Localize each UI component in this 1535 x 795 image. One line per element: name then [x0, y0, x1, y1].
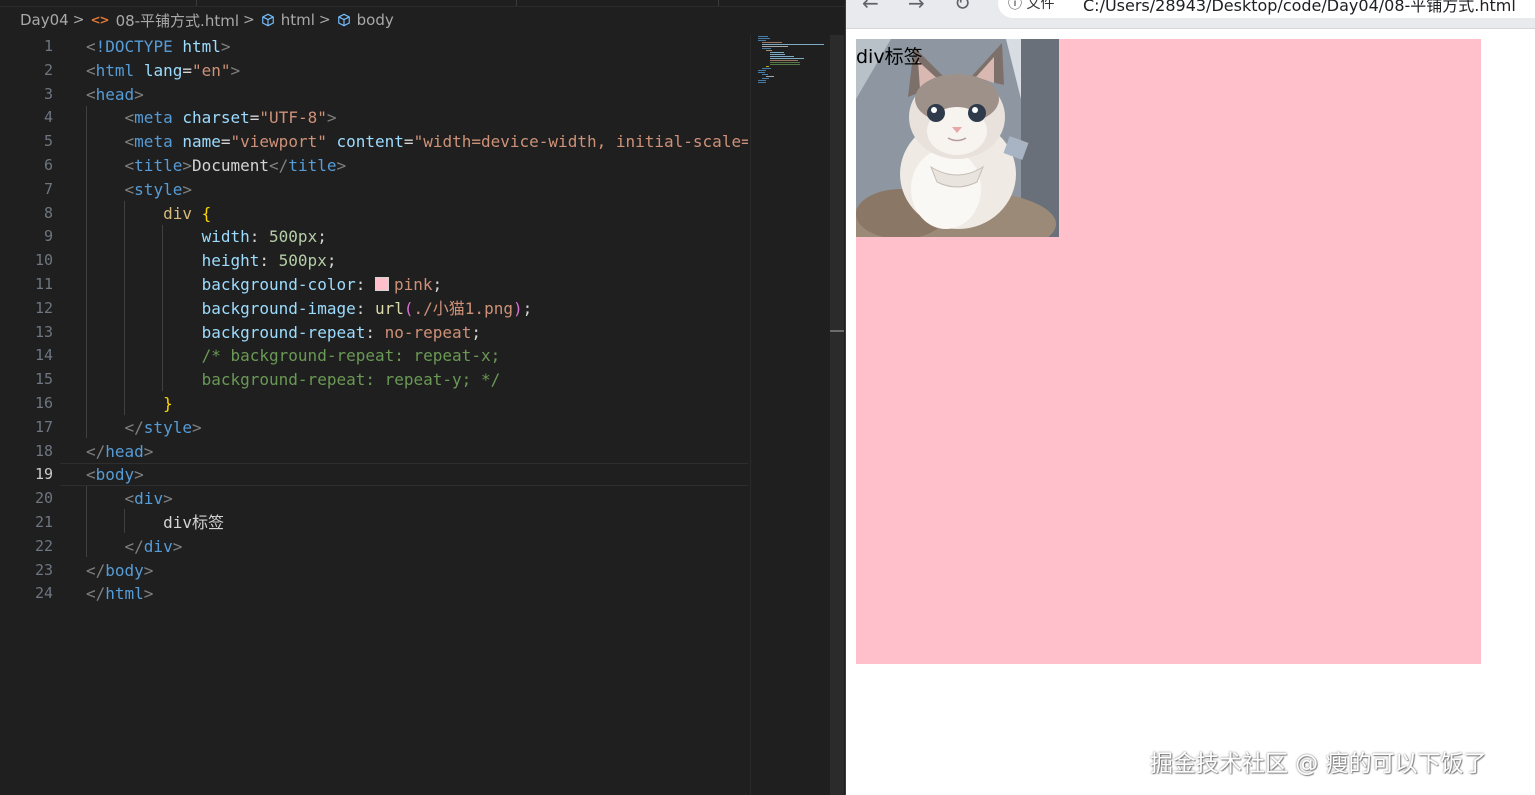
code-editor[interactable]: Day04 > <> 08-平铺方式.html > html > body 1 …	[0, 0, 845, 795]
line-number: 15	[34, 370, 53, 389]
breadcrumb-file-label: 08-平铺方式.html	[115, 11, 239, 30]
reload-icon[interactable]: ↻	[954, 0, 971, 15]
line-number: 20	[34, 489, 53, 508]
code-line: background-image: url(./小猫1.png);	[201, 298, 533, 318]
line-number: 14	[34, 346, 53, 365]
line-number: 9	[43, 227, 53, 246]
url-text: C:/Users/28943/Desktop/code/Day04/08-平铺方…	[1083, 0, 1516, 15]
element-cube-icon	[261, 13, 274, 27]
breadcrumb-node-label: html	[280, 11, 315, 29]
element-cube-icon	[337, 13, 350, 27]
breadcrumb: Day04 > <> 08-平铺方式.html > html > body	[0, 8, 394, 32]
breadcrumb-node-label: body	[356, 11, 394, 29]
div-label-text: div标签	[856, 46, 923, 68]
rendered-div: div标签	[856, 39, 1481, 664]
minimap[interactable]	[750, 35, 831, 795]
line-number-gutter: 1 2 3 4 5 6 7 8 9 10 11 12 13 14 15 16 1…	[0, 35, 60, 606]
line-number: 11	[34, 274, 53, 293]
breadcrumb-folder[interactable]: Day04	[20, 11, 69, 29]
breadcrumb-node-html[interactable]: html	[261, 11, 315, 29]
line-number: 10	[34, 251, 53, 270]
code-line: }	[163, 393, 173, 413]
code-line: <style>	[124, 179, 192, 199]
color-swatch[interactable]	[374, 276, 389, 291]
code-line: <div>	[124, 489, 173, 509]
code-line: background-color: pink;	[201, 274, 443, 294]
line-number: 18	[34, 441, 53, 460]
line-number: 21	[34, 512, 53, 531]
line-number: 17	[34, 417, 53, 436]
code-line: <meta name="viewport" content="width=dev…	[124, 132, 748, 152]
chevron-right-icon: >	[318, 12, 331, 28]
code-line: background-repeat: repeat-y; */	[201, 370, 501, 390]
line-number: 23	[34, 560, 53, 579]
code-line: </html>	[86, 584, 154, 604]
site-info-label: 文件	[1026, 0, 1055, 12]
address-bar[interactable]: ⓘ 文件 C:/Users/28943/Desktop/code/Day04/0…	[998, 0, 1535, 18]
code-line: <html lang="en">	[86, 60, 241, 80]
line-number: 6	[43, 155, 53, 174]
chevron-right-icon: >	[243, 12, 255, 28]
code-line: </body>	[86, 560, 154, 580]
forward-arrow-icon[interactable]: →	[908, 0, 925, 15]
code-line: width: 500px;	[201, 227, 327, 247]
line-number: 24	[34, 584, 53, 603]
line-number: 12	[34, 298, 53, 317]
tab-divider	[196, 0, 197, 6]
tab-divider	[718, 0, 719, 6]
line-number: 1	[43, 37, 53, 55]
line-number: 4	[43, 108, 53, 127]
code-line-active: <body>	[86, 465, 144, 485]
chevron-right-icon: >	[72, 12, 85, 28]
browser-window: ← → ↻ ⓘ 文件 C:/Users/28943/Desktop/code/D…	[845, 0, 1535, 795]
editor-tab-strip	[0, 0, 845, 7]
site-info-chip[interactable]: ⓘ 文件	[1008, 0, 1054, 13]
line-number: 7	[43, 179, 53, 198]
code-line: div {	[163, 203, 212, 223]
line-number-active: 19	[34, 465, 53, 484]
browser-toolbar: ← → ↻ ⓘ 文件 C:/Users/28943/Desktop/code/D…	[846, 0, 1535, 29]
vertical-scrollbar[interactable]	[830, 35, 844, 795]
info-icon: ⓘ	[1008, 0, 1022, 12]
back-arrow-icon[interactable]: ←	[862, 0, 879, 15]
line-number: 3	[43, 84, 53, 103]
code-line: /* background-repeat: repeat-x;	[201, 346, 501, 366]
line-number: 8	[43, 203, 53, 222]
code-line: </head>	[86, 441, 154, 461]
line-number: 22	[34, 536, 53, 555]
line-number: 16	[34, 393, 53, 412]
code-line: <title>Document</title>	[124, 155, 347, 175]
watermark: 掘金技术社区 @ 瘦的可以下饭了	[1150, 751, 1487, 777]
line-number: 5	[43, 132, 53, 151]
code-line: height: 500px;	[201, 251, 337, 271]
code-line: </div>	[124, 536, 183, 556]
line-number: 13	[34, 322, 53, 341]
code-line: <head>	[86, 84, 144, 104]
code-text-area[interactable]: <!DOCTYPE html> <html lang="en"> <head> …	[86, 35, 748, 606]
code-line: background-repeat: no-repeat;	[201, 322, 481, 342]
scrollbar-cursor-marker	[830, 330, 844, 332]
code-line: </style>	[124, 417, 202, 437]
code-line: div标签	[163, 512, 224, 532]
html-file-icon: <>	[90, 13, 109, 27]
breadcrumb-file[interactable]: <> 08-平铺方式.html	[90, 10, 239, 31]
code-line: <meta charset="UTF-8">	[124, 108, 337, 128]
tab-divider	[516, 0, 517, 6]
code-line: <!DOCTYPE html>	[86, 37, 231, 56]
breadcrumb-node-body[interactable]: body	[337, 11, 394, 29]
line-number: 2	[43, 60, 53, 79]
